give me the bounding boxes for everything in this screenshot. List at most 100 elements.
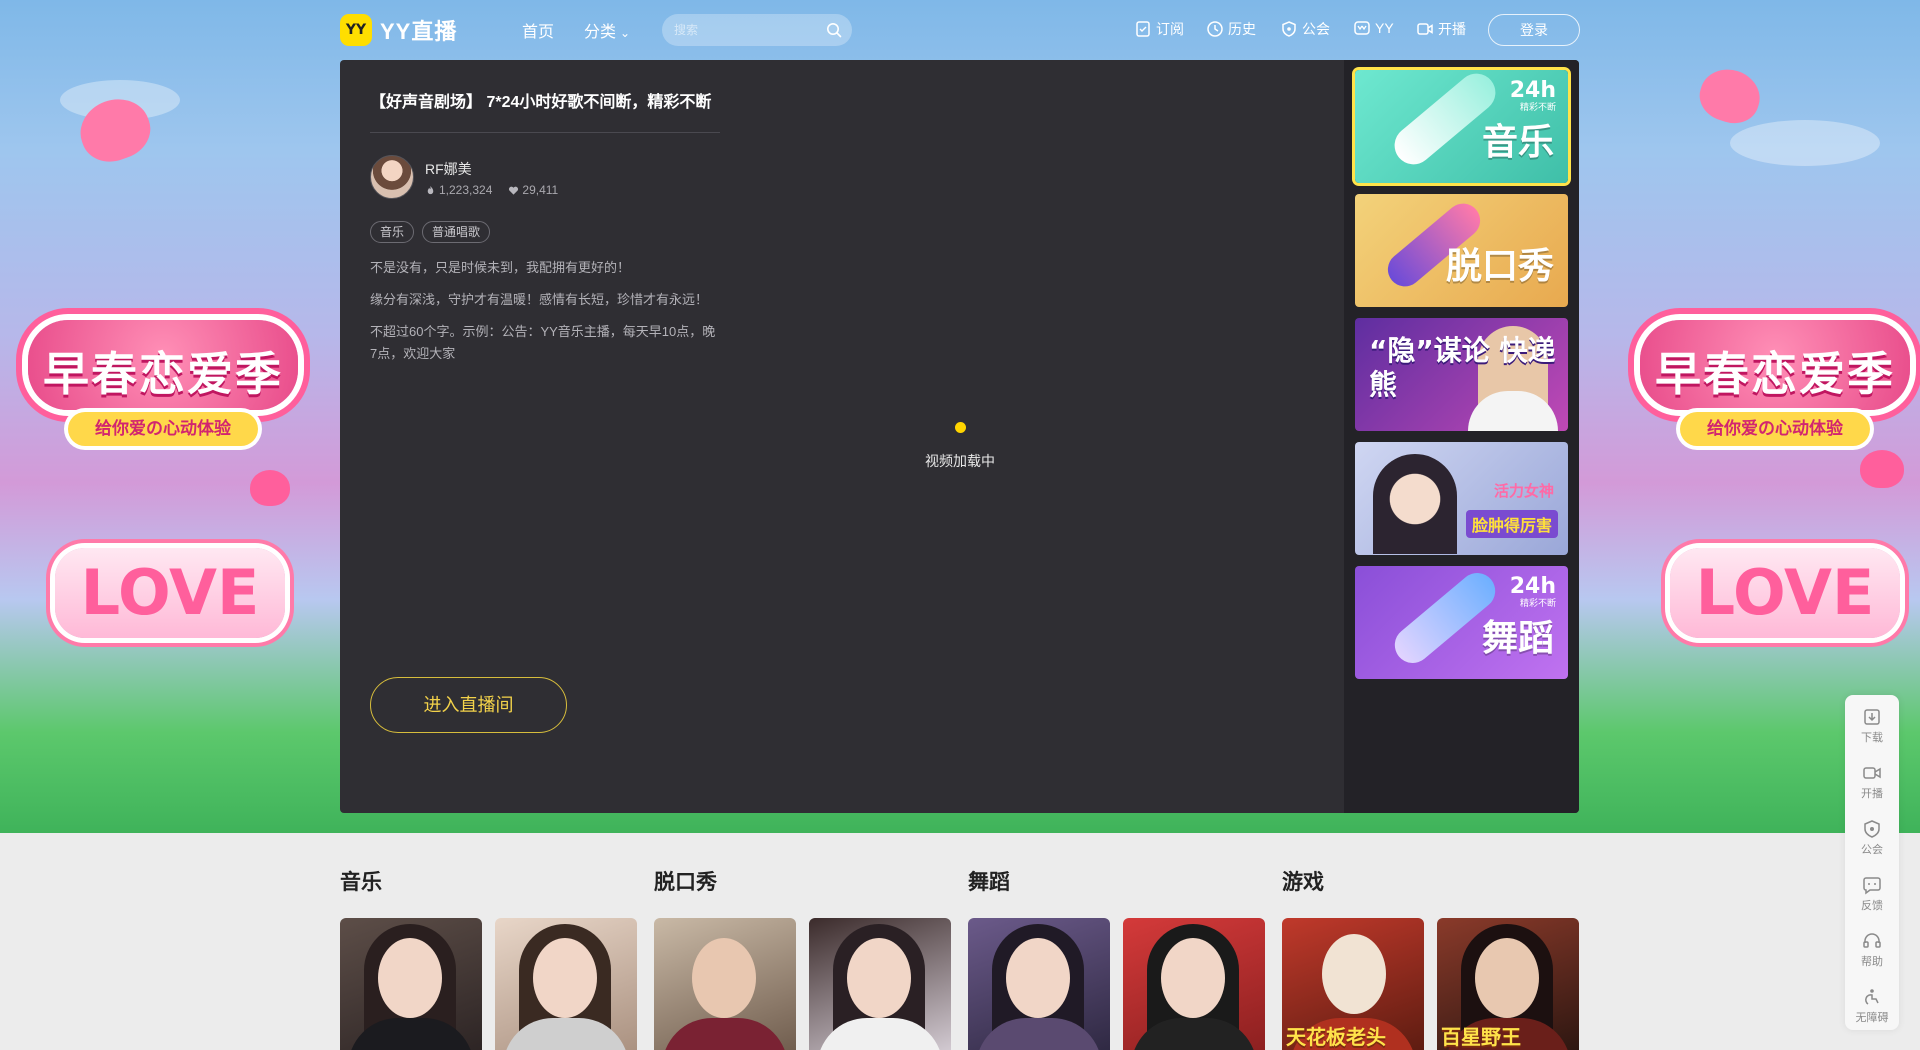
- anchor-info: RF娜美 1,223,324 29,411: [370, 155, 720, 201]
- logo[interactable]: YY YY直播: [340, 14, 457, 46]
- event-title: 早春恋爱季: [43, 347, 283, 401]
- card-music[interactable]: 24h 精彩不断 音乐: [1355, 70, 1568, 183]
- floating-toolbar: 下载 开播 公会 反馈 帮助 无障碍: [1845, 695, 1899, 1030]
- card-subtitle: 脸肿得厉害: [1465, 510, 1558, 538]
- stream-thumbnail[interactable]: [1123, 918, 1265, 1050]
- love-sign-left: LOVE: [55, 548, 285, 638]
- nav-guild-label: 公会: [1302, 21, 1330, 37]
- card-dance[interactable]: 24h 精彩不断 舞蹈: [1355, 566, 1568, 679]
- tag-list: 音乐 普通唱歌: [370, 221, 720, 243]
- event-title: 早春恋爱季: [1655, 347, 1895, 401]
- toolbar-download[interactable]: 下载: [1845, 699, 1899, 749]
- search-box: [662, 14, 852, 46]
- toolbar-label: 反馈: [1861, 900, 1883, 912]
- tag[interactable]: 普通唱歌: [422, 221, 491, 243]
- chat-bubble-icon: [1863, 877, 1881, 895]
- love-sign-right: LOVE: [1670, 548, 1900, 638]
- nav-yy[interactable]: YY: [1353, 19, 1394, 37]
- anchor-stats: 1,223,324 29,411: [425, 183, 558, 197]
- login-button[interactable]: 登录: [1488, 14, 1580, 46]
- section-title[interactable]: 舞蹈: [968, 866, 1268, 896]
- video-loading: 视频加载中: [900, 422, 1020, 471]
- love-text: LOVE: [80, 556, 260, 629]
- toolbar-feedback[interactable]: 反馈: [1845, 867, 1899, 917]
- host-photo: [1373, 454, 1457, 554]
- card-badge: 24h 精彩不断: [1510, 574, 1556, 609]
- shield-icon: [1282, 21, 1296, 37]
- toolbar-start-live[interactable]: 开播: [1845, 755, 1899, 805]
- nav-history[interactable]: 历史: [1206, 19, 1256, 39]
- nav-start-live[interactable]: 开播: [1416, 19, 1466, 39]
- nav-start-live-label: 开播: [1438, 21, 1466, 37]
- fire-icon: [427, 185, 434, 194]
- room-title: 【好声音剧场】 7*24小时好歌不间断，精彩不断: [370, 88, 720, 133]
- event-banner-left: 早春恋爱季 给你爱の心动体验: [28, 300, 298, 480]
- nav-category-label: 分类: [584, 24, 617, 41]
- event-subtitle: 给你爱の心动体验: [95, 419, 231, 438]
- stream-thumbnail[interactable]: 天花板老头: [1282, 918, 1424, 1050]
- room-description: 不是没有，只是时候未到，我配拥有更好的！ 缘分有深浅，守护才有温暖！感情有长短，…: [370, 257, 720, 365]
- anchor-name[interactable]: RF娜美: [425, 159, 472, 179]
- nav-guild[interactable]: 公会: [1280, 19, 1330, 39]
- camera-icon: [1417, 23, 1433, 35]
- stream-thumbnail[interactable]: [495, 918, 637, 1050]
- heat-count: 1,223,324: [439, 183, 493, 197]
- download-icon: [1864, 709, 1880, 725]
- thumbnail-text: 百星野王: [1441, 1025, 1521, 1049]
- nav-subscribe[interactable]: 订阅: [1134, 19, 1184, 39]
- loading-dot-icon: [954, 422, 966, 433]
- section-music: 音乐: [340, 866, 640, 1050]
- card-title: 音乐: [1481, 122, 1554, 163]
- section-talkshow: 脱口秀: [654, 866, 954, 1050]
- card-title: “隐”谋论 快递熊: [1369, 334, 1556, 401]
- stream-thumbnail[interactable]: [968, 918, 1110, 1050]
- nav-category[interactable]: 分类 ⌄: [584, 18, 630, 42]
- stream-thumbnail[interactable]: [340, 918, 482, 1050]
- stream-thumbnail[interactable]: 百星野王: [1437, 918, 1579, 1050]
- description-line: 缘分有深浅，守护才有温暖！感情有长短，珍惜才有永远！: [370, 292, 709, 307]
- toolbar-help[interactable]: 帮助: [1845, 923, 1899, 973]
- search-icon[interactable]: [826, 22, 842, 38]
- nav-yy-label: YY: [1375, 20, 1394, 36]
- likes-count: 29,411: [522, 183, 559, 197]
- event-subtitle: 给你爱の心动体验: [1707, 419, 1843, 438]
- section-title[interactable]: 音乐: [340, 866, 640, 896]
- logo-badge: YY: [340, 14, 372, 46]
- section-title[interactable]: 游戏: [1282, 866, 1582, 896]
- chevron-down-icon: ⌄: [620, 26, 631, 40]
- section-dance: 舞蹈: [968, 866, 1268, 1050]
- section-title[interactable]: 脱口秀: [654, 866, 954, 896]
- description-line: 不超过60个字。示例：公告：YY音乐主播，每天早10点，晚7点，欢迎大家: [370, 324, 716, 361]
- toolbar-guild[interactable]: 公会: [1845, 811, 1899, 861]
- camera-icon: [1863, 767, 1881, 779]
- love-text: LOVE: [1695, 556, 1875, 629]
- nav-history-label: 历史: [1228, 21, 1256, 37]
- search-input[interactable]: [674, 20, 814, 40]
- logo-text: YY直播: [380, 19, 458, 44]
- toolbar-label: 开播: [1861, 788, 1883, 800]
- category-card-list: 24h 精彩不断 音乐 脱口秀 “隐”谋论 快递熊 活力女神 脸肿得厉害 24h 精…: [1344, 60, 1579, 813]
- yy-logo-icon: [1354, 21, 1370, 35]
- cloud: [1730, 120, 1880, 166]
- card-title: 舞蹈: [1481, 618, 1554, 659]
- card-badge: 24h 精彩不断: [1510, 78, 1556, 113]
- nav-subscribe-label: 订阅: [1156, 21, 1184, 37]
- nav-home[interactable]: 首页: [522, 18, 554, 42]
- toolbar-label: 无障碍: [1855, 1012, 1889, 1024]
- headset-icon: [1863, 933, 1881, 948]
- enter-room-button[interactable]: 进入直播间: [370, 677, 567, 733]
- card-talkshow[interactable]: 脱口秀: [1355, 194, 1568, 307]
- stream-thumbnail[interactable]: [654, 918, 796, 1050]
- shield-icon: [1864, 820, 1880, 838]
- event-banner-right: 早春恋爱季 给你爱の心动体验: [1640, 300, 1910, 480]
- thumbnail-text: 天花板老头: [1286, 1025, 1386, 1049]
- room-info: 【好声音剧场】 7*24小时好歌不间断，精彩不断 RF娜美 1,223,324 …: [370, 88, 720, 365]
- card-goddess[interactable]: 活力女神 脸肿得厉害: [1355, 442, 1568, 555]
- card-promo[interactable]: “隐”谋论 快递熊: [1355, 318, 1568, 431]
- stream-thumbnail[interactable]: [809, 918, 951, 1050]
- top-navbar: YY YY直播 首页 分类⌄ 订阅 历史 公会 YY 开播 登录: [0, 0, 1920, 60]
- avatar[interactable]: [370, 155, 414, 199]
- toolbar-accessibility[interactable]: 无障碍: [1845, 979, 1899, 1029]
- tag[interactable]: 音乐: [370, 221, 415, 243]
- description-line: 不是没有，只是时候未到，我配拥有更好的！: [370, 260, 631, 275]
